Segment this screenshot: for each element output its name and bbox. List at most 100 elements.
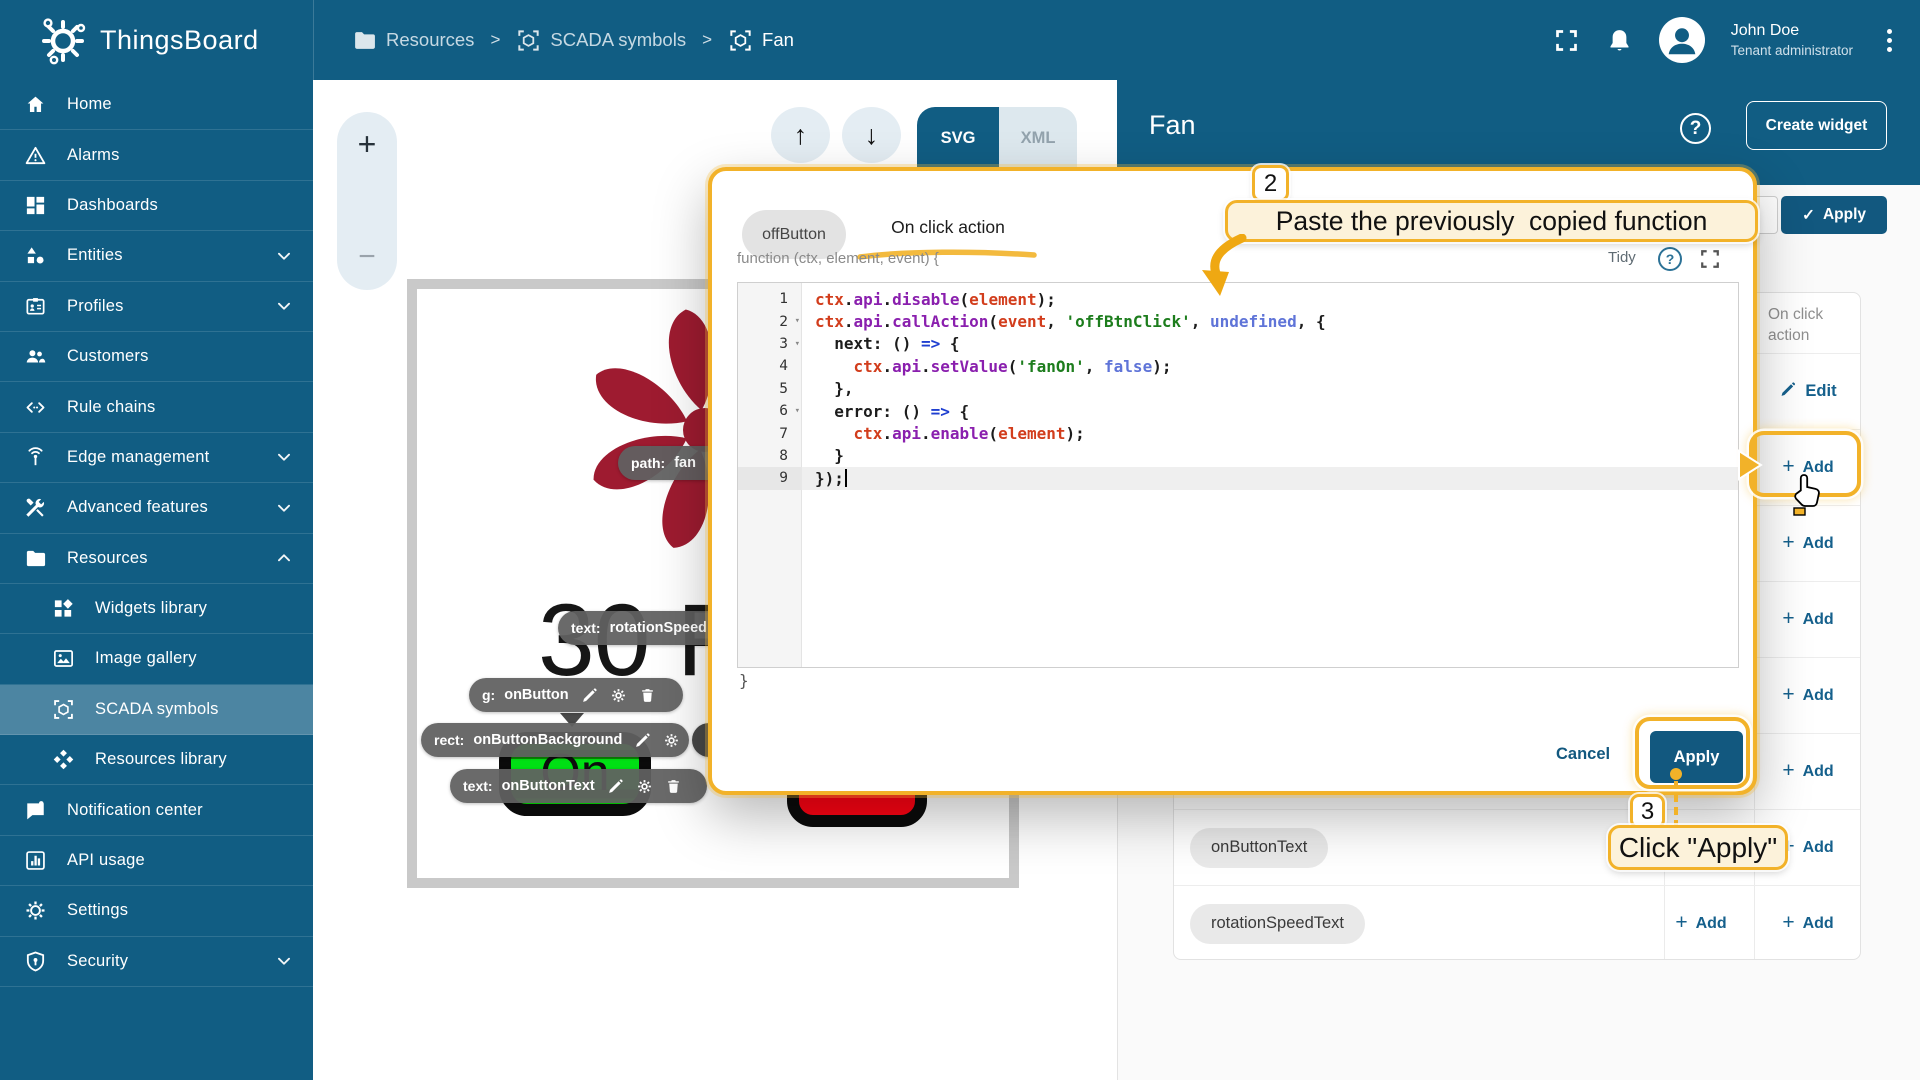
tidy-button[interactable]: Tidy xyxy=(1608,249,1636,266)
notification-icon xyxy=(24,799,47,822)
code-editor[interactable]: 1ctx.api.disable(element);2▾ctx.api.call… xyxy=(737,282,1739,668)
code-line-3[interactable]: 3▾ next: () => { xyxy=(738,333,1738,355)
breadcrumb-item-scada-symbols[interactable]: SCADA symbols xyxy=(516,28,686,53)
tab-xml[interactable]: XML xyxy=(999,107,1077,169)
text-caret xyxy=(845,469,847,487)
line-number: 6▾ xyxy=(738,400,802,422)
user-role: Tenant administrator xyxy=(1731,42,1853,60)
code-text: next: () => { xyxy=(802,333,1738,355)
sidebar-item-settings[interactable]: Settings xyxy=(0,886,313,936)
code-line-8[interactable]: 8 } xyxy=(738,445,1738,467)
sidebar-item-resources[interactable]: Resources xyxy=(0,534,313,584)
delete-icon[interactable] xyxy=(639,687,656,704)
sidebar-item-customers[interactable]: Customers xyxy=(0,332,313,382)
tab-on-click-action[interactable]: On click action xyxy=(862,217,1034,238)
code-text: ctx.api.enable(element); xyxy=(802,422,1738,444)
plus-icon: + xyxy=(1675,911,1687,935)
gear-icon[interactable] xyxy=(663,732,680,749)
element-chip-onbuttontext[interactable]: onButtonText xyxy=(1190,828,1328,868)
panel-apply-button[interactable]: ✓ Apply xyxy=(1781,196,1887,234)
fold-caret-icon[interactable]: ▾ xyxy=(795,316,800,326)
code-line-9[interactable]: 9}); xyxy=(738,467,1738,489)
sidebar-item-notification-center[interactable]: Notification center xyxy=(0,785,313,835)
sidebar-item-api-usage[interactable]: API usage xyxy=(0,836,313,886)
fullscreen-icon[interactable] xyxy=(1553,27,1580,54)
sidebar-item-label: Widgets library xyxy=(95,599,207,618)
sidebar-item-edge-management[interactable]: Edge management xyxy=(0,433,313,483)
code-line-2[interactable]: 2▾ctx.api.callAction(event, 'offBtnClick… xyxy=(738,310,1738,332)
sidebar-item-dashboards[interactable]: Dashboards xyxy=(0,181,313,231)
zoom-in-button[interactable]: + xyxy=(337,126,397,163)
gear-icon[interactable] xyxy=(636,778,653,795)
help-icon[interactable]: ? xyxy=(1680,113,1711,144)
pencil-icon xyxy=(1779,381,1796,403)
gear-icon[interactable] xyxy=(610,687,627,704)
sidebar-item-home[interactable]: Home xyxy=(0,80,313,130)
sidebar-item-scada-symbols[interactable]: SCADA symbols xyxy=(0,685,313,735)
home-icon xyxy=(24,93,47,116)
sidebar-item-label: Image gallery xyxy=(95,649,197,668)
move-up-button[interactable]: ↑ xyxy=(771,107,830,163)
sidebar-item-label: Dashboards xyxy=(67,196,158,215)
delete-icon[interactable] xyxy=(665,778,682,795)
sidebar-item-rule-chains[interactable]: Rule chains xyxy=(0,382,313,432)
header-divider xyxy=(313,0,314,80)
zoom-out-button[interactable]: − xyxy=(337,240,397,274)
top-bar-actions: John Doe Tenant administrator xyxy=(1553,0,1900,80)
cancel-button[interactable]: Cancel xyxy=(1556,745,1610,764)
line-number: 7 xyxy=(738,422,802,444)
add-click-action-button[interactable]: +Add xyxy=(1782,837,1833,859)
code-line-6[interactable]: 6▾ error: () => { xyxy=(738,400,1738,422)
avatar[interactable] xyxy=(1659,17,1705,63)
editor-fullscreen-icon[interactable] xyxy=(1700,249,1720,269)
advanced-icon xyxy=(24,496,47,519)
add-click-action-button[interactable]: +Add xyxy=(1782,913,1833,935)
sidebar-item-label: Settings xyxy=(67,901,128,920)
add-value-action-button[interactable]: + Add xyxy=(1675,913,1726,935)
edit-icon[interactable] xyxy=(581,687,598,704)
edit-icon[interactable] xyxy=(634,732,651,749)
fold-caret-icon[interactable]: ▾ xyxy=(795,339,800,349)
sidebar-item-entities[interactable]: Entities xyxy=(0,231,313,281)
code-line-4[interactable]: 4 ctx.api.setValue('fanOn', false); xyxy=(738,355,1738,377)
sidebar-item-resources-library[interactable]: Resources library xyxy=(0,735,313,785)
code-text: error: () => { xyxy=(802,400,1738,422)
code-line-7[interactable]: 7 ctx.api.enable(element); xyxy=(738,422,1738,444)
element-chip-rotationspeedtext[interactable]: rotationSpeedText xyxy=(1190,904,1365,944)
add-label: Add xyxy=(1803,839,1834,857)
sidebar-item-profiles[interactable]: Profiles xyxy=(0,282,313,332)
sidebar-item-advanced-features[interactable]: Advanced features xyxy=(0,483,313,533)
tag-name: onButton xyxy=(504,687,568,703)
edit-icon[interactable] xyxy=(607,778,624,795)
breadcrumb-item-resources[interactable]: Resources xyxy=(352,28,474,53)
user-block[interactable]: John Doe Tenant administrator xyxy=(1731,20,1853,60)
sidebar: HomeAlarms Dashboards EntitiesProfilesCust… xyxy=(0,80,313,1080)
sidebar-item-label: Advanced features xyxy=(67,498,208,517)
create-widget-button[interactable]: Create widget xyxy=(1746,101,1887,150)
tab-svg[interactable]: SVG xyxy=(917,107,999,169)
chevron-up-icon xyxy=(273,547,295,569)
add-click-action-button[interactable]: +Add xyxy=(1782,761,1833,783)
plus-icon: + xyxy=(1782,683,1794,707)
code-line-5[interactable]: 5 }, xyxy=(738,378,1738,400)
settings-icon xyxy=(24,899,47,922)
fold-caret-icon[interactable]: ▾ xyxy=(795,406,800,416)
sidebar-item-widgets-library[interactable]: Widgets library xyxy=(0,584,313,634)
add-click-action-button[interactable]: +Add xyxy=(1782,609,1833,631)
sidebar-item-alarms[interactable]: Alarms xyxy=(0,130,313,180)
more-menu-icon[interactable] xyxy=(1879,25,1900,56)
add-label: Add xyxy=(1696,915,1727,933)
sidebar-item-security[interactable]: Security xyxy=(0,937,313,987)
sidebar-item-image-gallery[interactable]: Image gallery xyxy=(0,634,313,684)
notifications-bell-icon[interactable] xyxy=(1606,27,1633,54)
breadcrumb: Resources>SCADA symbols>Fan xyxy=(352,0,794,80)
editor-help-icon[interactable]: ? xyxy=(1658,247,1682,271)
edit-action-button[interactable]: Edit xyxy=(1779,381,1836,403)
move-down-button[interactable]: ↓ xyxy=(842,107,901,163)
fan-symbol[interactable] xyxy=(420,255,750,595)
add-click-action-button[interactable]: +Add xyxy=(1782,533,1833,555)
breadcrumb-item-fan[interactable]: Fan xyxy=(728,28,794,53)
tag-name: onButtonBackground xyxy=(473,732,622,748)
add-click-action-button[interactable]: +Add xyxy=(1782,685,1833,707)
app-root: ThingsBoard Resources>SCADA symbols>Fan … xyxy=(0,0,1920,1080)
